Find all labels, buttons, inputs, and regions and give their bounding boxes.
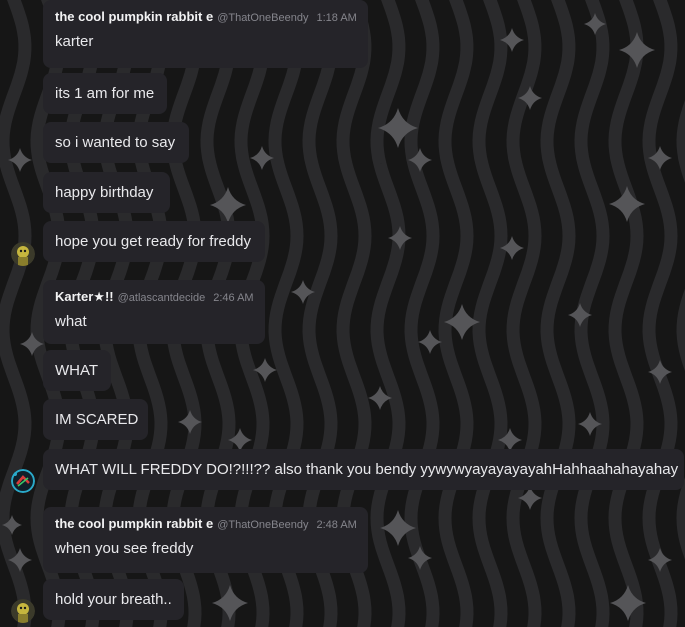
background-wave bbox=[404, 0, 440, 627]
author-name[interactable]: Karter★!! bbox=[55, 289, 114, 305]
message-bubble[interactable]: IM SCARED bbox=[43, 399, 148, 440]
message-text: hold your breath.. bbox=[55, 590, 172, 608]
author-name[interactable]: the cool pumpkin rabbit e bbox=[55, 516, 213, 531]
background-wave bbox=[608, 0, 644, 627]
message-bubble[interactable]: WHAT WILL FREDDY DO!?!!!?? also thank yo… bbox=[43, 449, 684, 490]
pumpkin-rabbit-avatar[interactable] bbox=[11, 242, 35, 266]
author-handle: @atlascantdecide bbox=[117, 292, 206, 304]
message-text: WHAT WILL FREDDY DO!?!!!?? also thank yo… bbox=[55, 460, 679, 478]
author-handle: @ThatOneBeendy bbox=[217, 12, 309, 24]
sparkle-icon bbox=[418, 330, 442, 354]
message-bubble[interactable]: happy birthday bbox=[43, 172, 170, 213]
pumpkin-rabbit-avatar[interactable] bbox=[11, 599, 35, 623]
timestamp: 2:48 AM bbox=[316, 519, 357, 531]
message-bubble[interactable]: hope you get ready for freddy bbox=[43, 221, 265, 262]
message-text: its 1 am for me bbox=[55, 84, 155, 102]
message-text: what bbox=[55, 313, 87, 330]
message-header: Karter★!! @atlascantdecide 2:46 AM bbox=[55, 289, 254, 307]
message-text: IM SCARED bbox=[55, 410, 139, 428]
message-text: when you see freddy bbox=[55, 540, 194, 557]
author-name[interactable]: the cool pumpkin rabbit e bbox=[55, 9, 213, 24]
author-handle: @ThatOneBeendy bbox=[217, 519, 309, 531]
message-text: WHAT bbox=[55, 361, 99, 379]
message-group-header[interactable]: the cool pumpkin rabbit e @ThatOneBeendy… bbox=[43, 507, 368, 573]
sparkle-icon bbox=[388, 226, 412, 250]
message-text: so i wanted to say bbox=[55, 133, 176, 151]
timestamp: 2:46 AM bbox=[213, 292, 254, 304]
message-header: the cool pumpkin rabbit e @ThatOneBeendy… bbox=[55, 9, 357, 27]
message-bubble[interactable]: its 1 am for me bbox=[43, 73, 167, 114]
message-text: happy birthday bbox=[55, 183, 154, 201]
timestamp: 1:18 AM bbox=[316, 12, 357, 24]
background-wave bbox=[540, 0, 576, 627]
background-wave bbox=[0, 0, 32, 627]
message-header: the cool pumpkin rabbit e @ThatOneBeendy… bbox=[55, 516, 357, 534]
sparkle-icon bbox=[619, 32, 655, 68]
atlas-avatar[interactable] bbox=[11, 469, 35, 493]
message-text: hope you get ready for freddy bbox=[55, 232, 251, 250]
message-text: karter bbox=[55, 33, 94, 50]
message-group-header[interactable]: the cool pumpkin rabbit e @ThatOneBeendy… bbox=[43, 0, 368, 68]
message-group-header[interactable]: Karter★!! @atlascantdecide 2:46 AM what bbox=[43, 280, 265, 344]
message-bubble[interactable]: hold your breath.. bbox=[43, 579, 184, 620]
message-bubble[interactable]: so i wanted to say bbox=[43, 122, 189, 163]
sparkle-icon bbox=[212, 585, 248, 621]
background-wave bbox=[472, 0, 508, 627]
message-bubble[interactable]: WHAT bbox=[43, 350, 111, 391]
background-wave bbox=[642, 0, 678, 627]
